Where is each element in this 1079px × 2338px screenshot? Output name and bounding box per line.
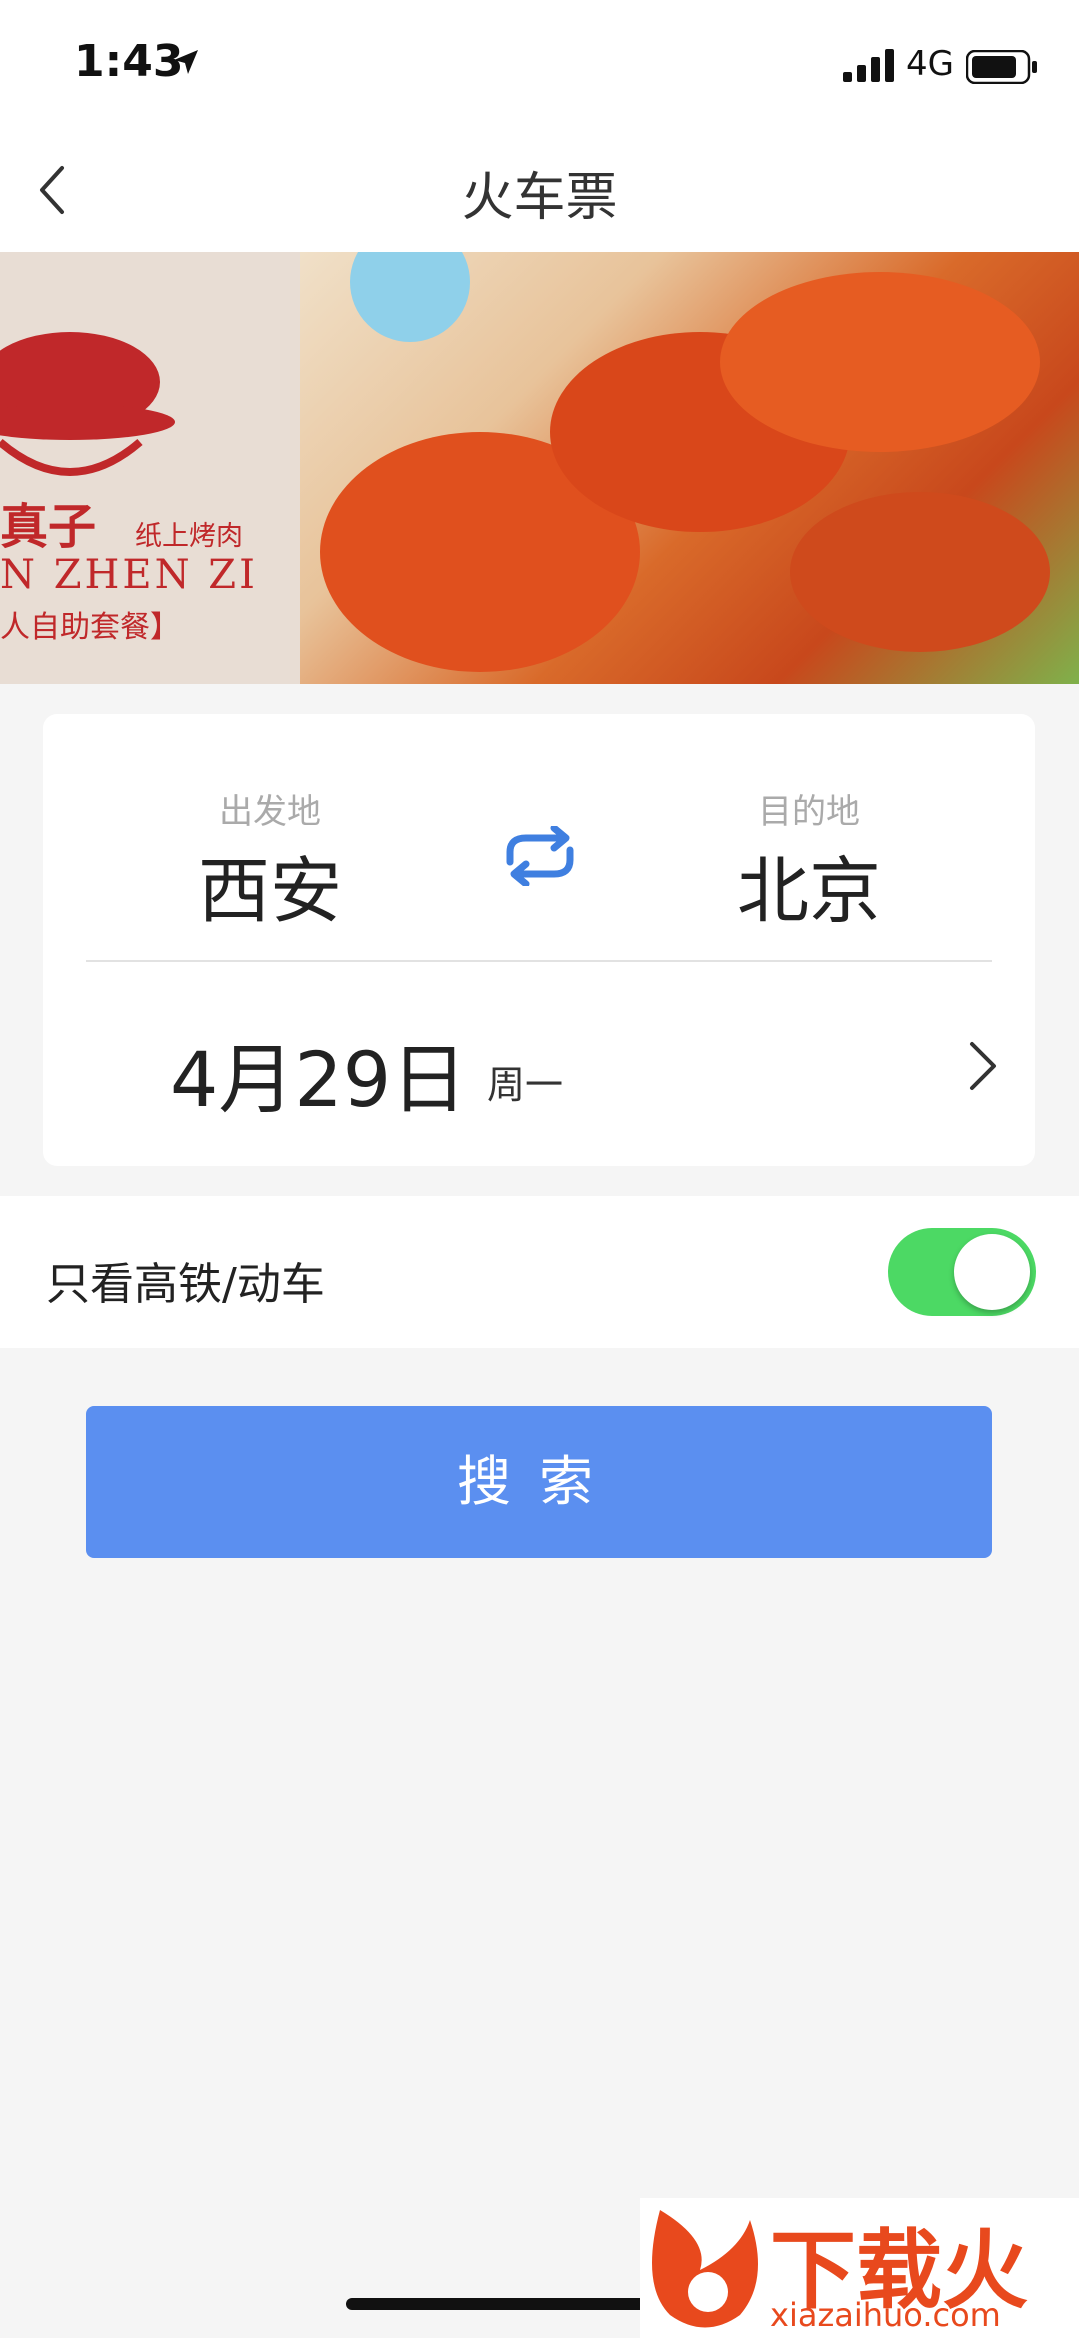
destination-city[interactable]: 北京 — [582, 832, 1036, 937]
departure-weekday: 周一 — [487, 1063, 564, 1107]
swap-cities-icon[interactable] — [496, 826, 584, 886]
high-speed-filter-label: 只看高铁/动车 — [46, 1259, 325, 1310]
banner-food-image — [300, 252, 1079, 684]
battery-icon — [966, 50, 1037, 84]
banner-brand-sub: 纸上烤肉 — [135, 521, 243, 552]
card-divider — [86, 960, 992, 962]
flame-logo-icon — [652, 2210, 758, 2328]
ad-banner[interactable]: 真子 纸上烤肉 N ZHEN ZI 人自助套餐】 — [0, 252, 1079, 684]
banner-brand-en: N ZHEN ZI — [0, 552, 258, 598]
network-type: 4G — [906, 44, 954, 84]
brand-logo-icon — [0, 332, 175, 476]
toggle-knob[interactable] — [954, 1234, 1030, 1310]
banner-brand-panel: 真子 纸上烤肉 N ZHEN ZI 人自助套餐】 — [0, 252, 300, 684]
crab-illustration-icon — [320, 252, 1050, 672]
departure-city[interactable]: 西安 — [43, 832, 497, 937]
banner-brand-tag: 人自助套餐】 — [0, 610, 180, 645]
departure-date[interactable]: 4月29日 — [170, 1018, 467, 1128]
chevron-right-icon[interactable] — [962, 1036, 1002, 1096]
search-button[interactable]: 搜索 — [86, 1406, 992, 1558]
watermark-url: xiazaihuo.com — [770, 2296, 1001, 2334]
departure-label: 出发地 — [219, 792, 321, 832]
destination-label: 目的地 — [758, 792, 860, 832]
status-time: 1:43 — [74, 36, 184, 87]
page-title: 火车票 — [461, 168, 618, 228]
signal-icon — [843, 49, 894, 82]
location-arrow-icon — [174, 50, 198, 74]
banner-brand-name: 真子 — [0, 499, 97, 555]
